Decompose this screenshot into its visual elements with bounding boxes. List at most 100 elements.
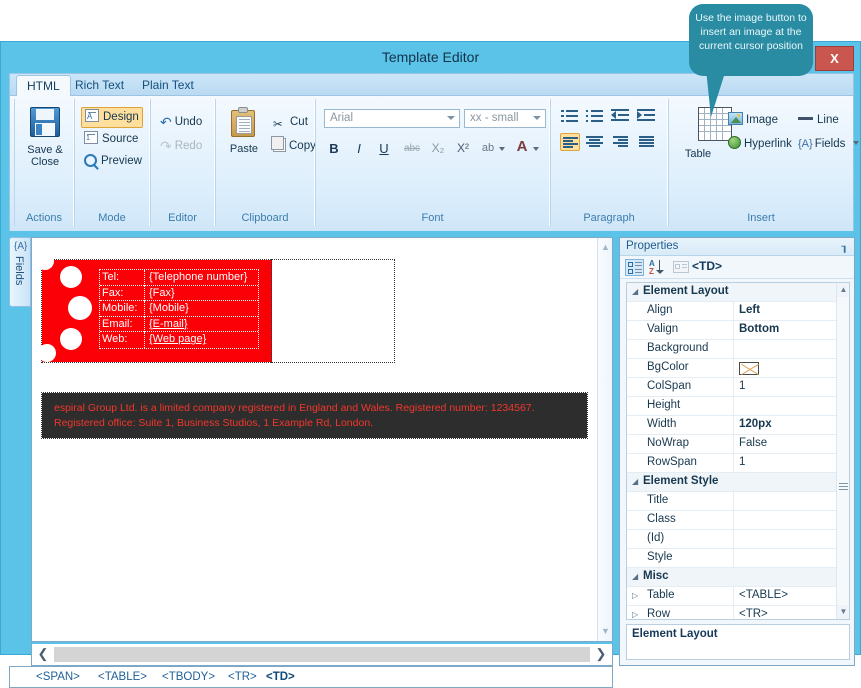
properties-scroll-thumb[interactable]: [838, 297, 849, 457]
table-row[interactable]: Email: {E-mail}: [100, 316, 258, 333]
breadcrumb-table[interactable]: <TABLE>: [98, 671, 147, 683]
property-value[interactable]: Bottom: [739, 323, 779, 335]
property-row-rowspan[interactable]: RowSpan 1: [627, 454, 849, 473]
breadcrumb-td[interactable]: <TD>: [266, 671, 295, 683]
font-family-select[interactable]: Arial: [324, 109, 460, 128]
property-row-align[interactable]: Align Left: [627, 302, 849, 321]
mode-preview-button[interactable]: Preview: [81, 152, 145, 171]
table-row[interactable]: Web: {Web page}: [100, 332, 258, 348]
chevron-down-icon[interactable]: [852, 141, 859, 145]
categorized-view-icon[interactable]: [625, 259, 644, 276]
property-row-valign[interactable]: Valign Bottom: [627, 321, 849, 340]
strikethrough-button[interactable]: abc: [402, 139, 422, 159]
tab-plain-text[interactable]: Plain Text: [132, 75, 204, 96]
tab-rich-text[interactable]: Rich Text: [65, 75, 134, 96]
html-editor-canvas[interactable]: Tel: {Telephone number} Fax: {Fax} Mobil…: [32, 238, 597, 641]
mode-source-button[interactable]: Source: [81, 130, 141, 149]
sidebar-tab-fields[interactable]: {A} Fields: [9, 237, 31, 307]
bulleted-list-icon[interactable]: [585, 107, 605, 125]
mode-design-button[interactable]: Design: [81, 107, 143, 128]
italic-button[interactable]: I: [349, 139, 369, 159]
cut-button[interactable]: ✂ Cut: [270, 113, 311, 132]
properties-grid[interactable]: ◢ Element Layout Align Left Valign Botto…: [626, 282, 850, 620]
property-category-element-layout[interactable]: ◢ Element Layout: [627, 283, 849, 302]
pin-icon[interactable]: ┒: [841, 240, 848, 253]
collapse-expander-icon[interactable]: ◢: [632, 287, 638, 296]
tab-html[interactable]: HTML: [16, 75, 71, 96]
align-center-icon[interactable]: [585, 133, 605, 151]
breadcrumb-tr[interactable]: <TR>: [228, 671, 257, 683]
scroll-down-arrow-icon[interactable]: ▼: [837, 605, 849, 619]
increase-indent-icon[interactable]: [637, 107, 657, 125]
table-row[interactable]: Mobile: {Mobile}: [100, 301, 258, 317]
empty-table-cell[interactable]: [271, 259, 395, 363]
property-row-bgcolor[interactable]: BgColor: [627, 359, 849, 378]
property-value[interactable]: Left: [739, 304, 760, 316]
property-category-misc[interactable]: ◢ Misc: [627, 568, 849, 587]
contact-value-link[interactable]: {E-mail}: [144, 316, 188, 333]
highlight-dropdown-arrow-icon[interactable]: [498, 141, 506, 151]
table-row[interactable]: Tel: {Telephone number}: [100, 270, 258, 286]
properties-grid-scrollbar[interactable]: ▲ ▼: [836, 283, 849, 619]
paste-button[interactable]: Paste: [220, 107, 268, 155]
property-row-height[interactable]: Height: [627, 397, 849, 416]
property-row-nowrap[interactable]: NoWrap False: [627, 435, 849, 454]
line-button[interactable]: Line: [795, 111, 842, 130]
property-value[interactable]: False: [739, 437, 767, 449]
redo-button[interactable]: ↷ Redo: [157, 137, 205, 156]
collapse-expander-icon[interactable]: ◢: [632, 477, 638, 486]
property-value[interactable]: 120px: [739, 418, 772, 430]
expand-expander-icon[interactable]: ▷: [632, 591, 638, 600]
underline-button[interactable]: U: [374, 139, 394, 159]
alphabetical-sort-icon[interactable]: A Z: [648, 259, 667, 276]
empty-color-swatch-icon[interactable]: [739, 362, 759, 375]
signature-red-block[interactable]: Tel: {Telephone number} Fax: {Fax} Mobil…: [36, 252, 273, 363]
property-value[interactable]: 1: [739, 380, 745, 392]
font-color-button[interactable]: A: [512, 137, 532, 157]
signature-contact-table[interactable]: Tel: {Telephone number} Fax: {Fax} Mobil…: [99, 269, 259, 349]
canvas-horizontal-scrollbar[interactable]: ❮ ❯: [31, 644, 613, 666]
property-row-class[interactable]: Class: [627, 511, 849, 530]
save-and-close-button[interactable]: Save & Close: [21, 107, 69, 168]
collapse-expander-icon[interactable]: ◢: [632, 572, 638, 581]
property-value[interactable]: 1: [739, 456, 745, 468]
highlight-color-button[interactable]: ab: [478, 139, 498, 159]
property-value[interactable]: <TR>: [739, 608, 768, 619]
scroll-up-arrow-icon[interactable]: ▲: [837, 283, 849, 297]
property-row-title[interactable]: Title: [627, 492, 849, 511]
property-row-style[interactable]: Style: [627, 549, 849, 568]
expand-expander-icon[interactable]: ▷: [632, 610, 638, 619]
scroll-down-arrow-icon[interactable]: ▼: [598, 624, 613, 639]
align-left-icon[interactable]: [560, 133, 580, 151]
contact-value-link[interactable]: {Web page}: [144, 332, 206, 348]
table-row[interactable]: Fax: {Fax}: [100, 285, 258, 302]
bold-button[interactable]: B: [324, 139, 344, 159]
font-color-dropdown-arrow-icon[interactable]: [532, 141, 540, 151]
property-row-background[interactable]: Background: [627, 340, 849, 359]
align-right-icon[interactable]: [611, 133, 631, 151]
scroll-up-arrow-icon[interactable]: ▲: [598, 240, 613, 255]
align-justify-icon[interactable]: [637, 133, 657, 151]
property-category-element-style[interactable]: ◢ Element Style: [627, 473, 849, 492]
numbered-list-icon[interactable]: [560, 107, 580, 125]
breadcrumb-tbody[interactable]: <TBODY>: [162, 671, 215, 683]
property-pages-icon[interactable]: [672, 259, 691, 276]
close-button[interactable]: X: [815, 46, 854, 71]
disclaimer-block[interactable]: espiral Group Ltd. is a limited company …: [41, 392, 588, 439]
property-row-table[interactable]: ▷ Table <TABLE>: [627, 587, 849, 606]
property-value[interactable]: <TABLE>: [739, 589, 788, 601]
subscript-button[interactable]: X₂: [428, 139, 448, 159]
canvas-vertical-scrollbar[interactable]: ▲ ▼: [597, 238, 612, 641]
property-row-row[interactable]: ▷ Row <TR>: [627, 606, 849, 619]
property-row-id[interactable]: (Id): [627, 530, 849, 549]
property-row-width[interactable]: Width 120px: [627, 416, 849, 435]
font-size-select[interactable]: xx - small: [464, 109, 546, 128]
property-row-colspan[interactable]: ColSpan 1: [627, 378, 849, 397]
decrease-indent-icon[interactable]: [611, 107, 631, 125]
undo-button[interactable]: ↶ Undo: [157, 113, 205, 132]
copy-button[interactable]: Copy: [270, 136, 319, 156]
fields-button[interactable]: {A} Fields: [795, 135, 861, 154]
breadcrumb-span[interactable]: <SPAN>: [36, 671, 80, 683]
superscript-button[interactable]: X²: [453, 139, 473, 159]
hyperlink-button[interactable]: Hyperlink: [725, 135, 795, 154]
